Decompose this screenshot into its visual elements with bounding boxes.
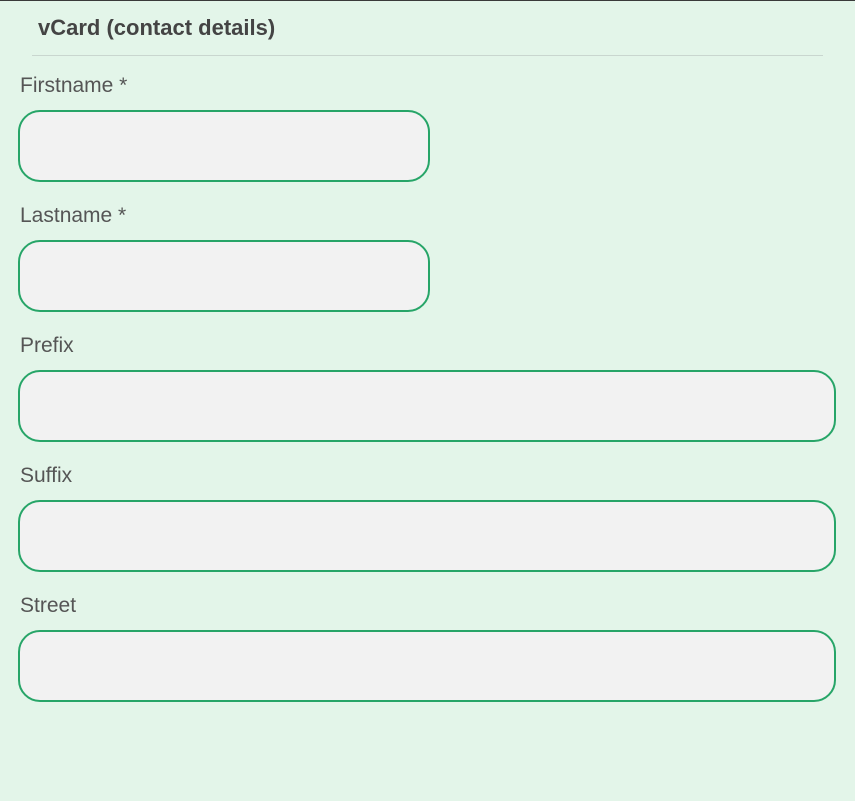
field-street: Street [18,594,837,702]
lastname-input[interactable] [18,240,430,312]
suffix-input[interactable] [18,500,836,572]
label-firstname: Firstname * [20,74,837,98]
prefix-input[interactable] [18,370,836,442]
field-suffix: Suffix [18,464,837,572]
section-title: vCard (contact details) [38,15,837,41]
street-input[interactable] [18,630,836,702]
section-header: vCard (contact details) [18,1,837,55]
form-body: Firstname * Lastname * Prefix Suffix Str… [18,56,837,702]
label-prefix: Prefix [20,334,837,358]
field-prefix: Prefix [18,334,837,442]
label-lastname: Lastname * [20,204,837,228]
label-street: Street [20,594,837,618]
firstname-input[interactable] [18,110,430,182]
vcard-form: vCard (contact details) Firstname * Last… [0,0,855,702]
label-suffix: Suffix [20,464,837,488]
field-firstname: Firstname * [18,74,837,182]
field-lastname: Lastname * [18,204,837,312]
